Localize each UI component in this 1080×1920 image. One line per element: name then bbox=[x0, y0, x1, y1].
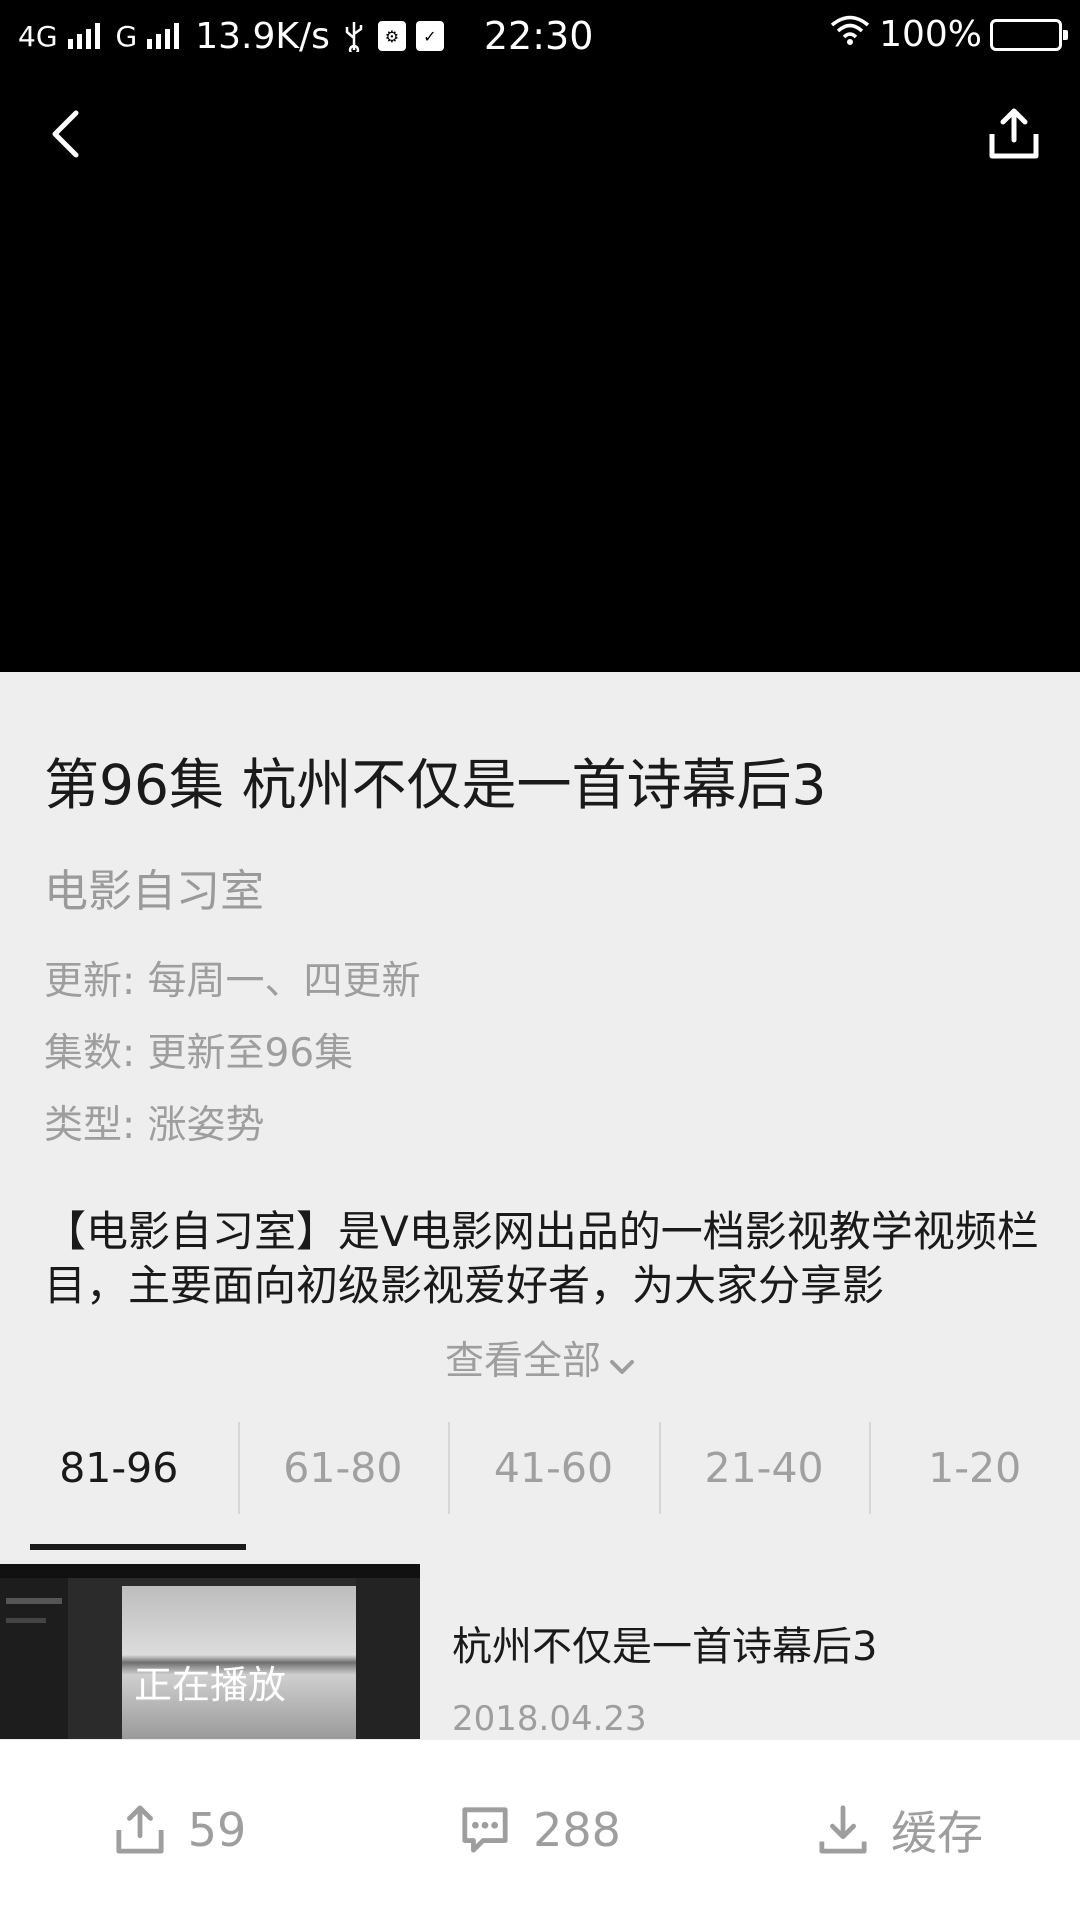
tab-41-60[interactable]: 41-60 bbox=[448, 1418, 659, 1518]
usb-debug-icon: ⚙ bbox=[377, 21, 406, 51]
episode-thumbnail: 正在播放 bbox=[0, 1564, 420, 1739]
wifi-icon bbox=[829, 14, 871, 55]
video-player[interactable]: 4G G 13.9K/s ⚙ ✓ 22:30 100% bbox=[0, 0, 1080, 672]
checkbox-notification-icon: ✓ bbox=[415, 21, 444, 51]
share-icon bbox=[114, 1804, 166, 1856]
usb-icon bbox=[340, 19, 368, 53]
list-item[interactable]: 正在播放 杭州不仅是一首诗幕后3 2018.04.23 bbox=[0, 1564, 1080, 1739]
view-all-button[interactable]: 查看全部 bbox=[0, 1330, 1080, 1386]
episode-range-tabs: 81-96 61-80 41-60 21-40 1-20 bbox=[0, 1418, 1080, 1518]
chevron-down-icon bbox=[609, 1341, 635, 1386]
battery-percent: 100% bbox=[879, 14, 982, 55]
comment-count: 288 bbox=[533, 1803, 621, 1857]
share-count: 59 bbox=[187, 1803, 247, 1857]
share-icon bbox=[989, 108, 1039, 159]
tab-61-80[interactable]: 61-80 bbox=[237, 1418, 449, 1518]
download-action-button[interactable]: 缓存 bbox=[720, 1740, 1080, 1920]
network-4g-label: 4G bbox=[18, 19, 58, 53]
chevron-left-icon bbox=[52, 110, 79, 158]
share-action-button[interactable]: 59 bbox=[0, 1740, 360, 1920]
comment-icon bbox=[459, 1804, 511, 1856]
tab-21-40[interactable]: 21-40 bbox=[658, 1418, 870, 1518]
video-title: 第96集 杭州不仅是一首诗幕后3 bbox=[44, 753, 827, 817]
back-button[interactable] bbox=[40, 104, 90, 164]
share-button[interactable] bbox=[984, 104, 1044, 164]
status-bar: 4G G 13.9K/s ⚙ ✓ 22:30 100% bbox=[0, 0, 1080, 76]
comment-action-button[interactable]: 288 bbox=[360, 1740, 720, 1920]
now-playing-label: 正在播放 bbox=[133, 1663, 286, 1707]
episode-count: 集数: 更新至96集 bbox=[44, 1031, 354, 1076]
bottom-action-bar: 59 288 缓存 bbox=[0, 1740, 1080, 1920]
update-schedule: 更新: 每周一、四更新 bbox=[44, 959, 421, 1004]
clock: 22:30 bbox=[483, 14, 594, 58]
episode-date: 2018.04.23 bbox=[452, 1699, 647, 1739]
view-all-label: 查看全部 bbox=[444, 1339, 601, 1384]
network-speed: 13.9K/s bbox=[195, 15, 330, 57]
tab-81-96[interactable]: 81-96 bbox=[0, 1418, 238, 1518]
description: 【电影自习室】是V电影网出品的一档影视教学视频栏目，主要面向初级影视爱好者，为大… bbox=[44, 1207, 1039, 1310]
active-tab-indicator bbox=[30, 1544, 246, 1550]
channel-name[interactable]: 电影自习室 bbox=[44, 855, 264, 919]
download-icon bbox=[817, 1804, 869, 1856]
tab-1-20[interactable]: 1-20 bbox=[869, 1418, 1080, 1518]
status-left: 4G G 13.9K/s ⚙ ✓ 22:30 bbox=[18, 14, 593, 58]
network-g-label: G bbox=[115, 19, 138, 53]
download-label: 缓存 bbox=[891, 1806, 983, 1860]
episode-title: 杭州不仅是一首诗幕后3 bbox=[452, 1624, 878, 1670]
battery-icon bbox=[990, 18, 1068, 51]
genre-label: 类型: 涨姿势 bbox=[44, 1103, 265, 1148]
status-right: 100% bbox=[829, 14, 1068, 55]
signal-icon bbox=[147, 23, 180, 49]
signal-icon bbox=[67, 23, 100, 49]
